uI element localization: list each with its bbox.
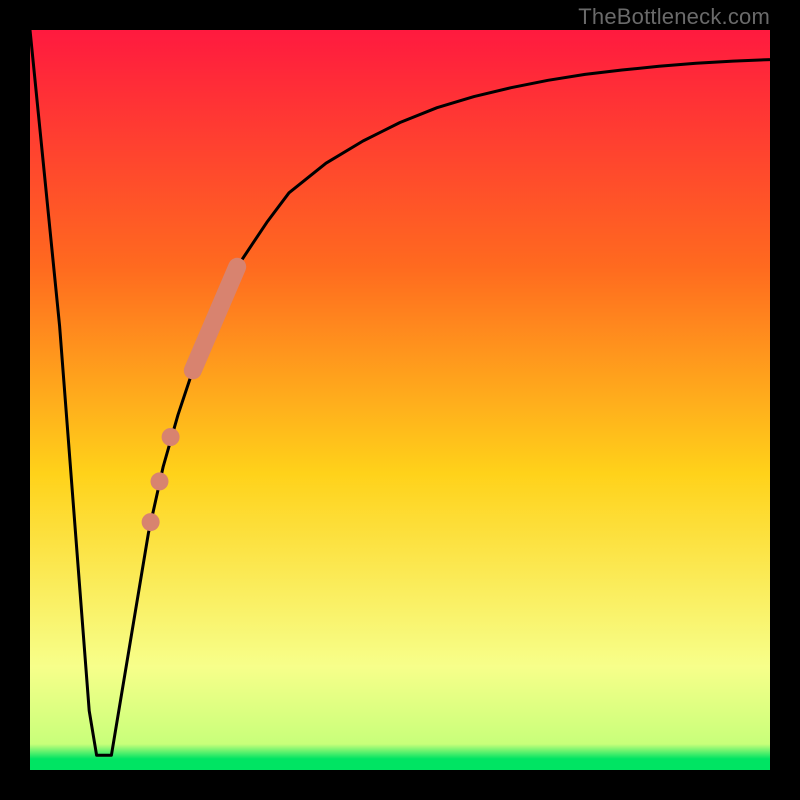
marker-dot bbox=[162, 428, 180, 446]
gradient-background bbox=[30, 30, 770, 770]
chart-frame: TheBottleneck.com bbox=[0, 0, 800, 800]
bottleneck-chart bbox=[30, 30, 770, 770]
marker-dot bbox=[151, 472, 169, 490]
watermark-text: TheBottleneck.com bbox=[578, 4, 770, 30]
marker-dot bbox=[142, 513, 160, 531]
plot-area bbox=[30, 30, 770, 770]
